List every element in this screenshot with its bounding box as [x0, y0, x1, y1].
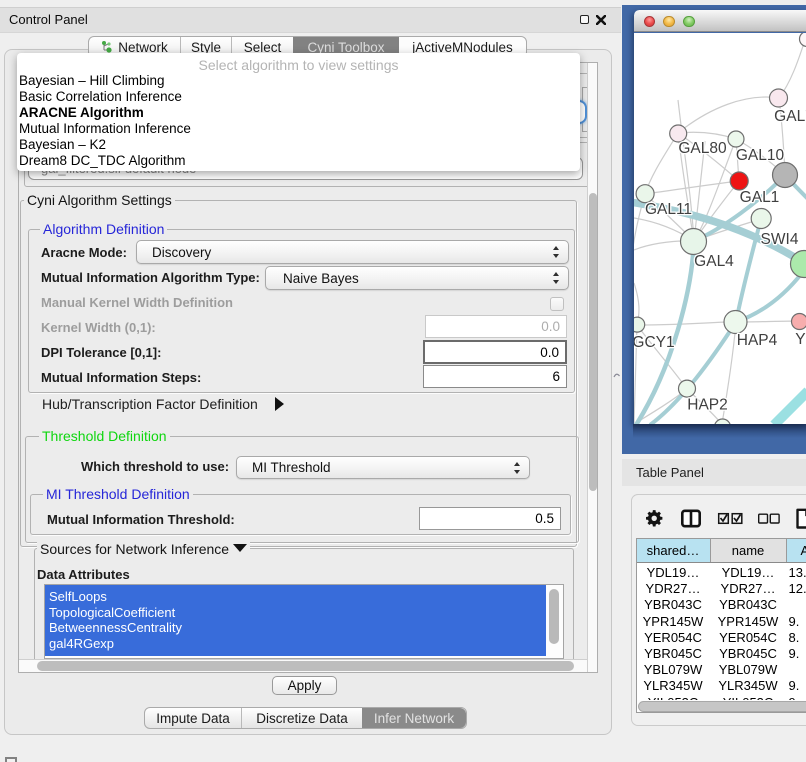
svg-text:YD: YD [795, 331, 806, 348]
svg-text:HAP4: HAP4 [736, 332, 777, 349]
svg-text:GAL10: GAL10 [735, 147, 784, 164]
svg-text:GAL1: GAL1 [739, 189, 779, 206]
svg-text:GCY1: GCY1 [634, 334, 675, 351]
svg-text:GAL11: GAL11 [644, 201, 691, 218]
svg-text:GAL4: GAL4 [694, 253, 734, 270]
svg-text:HAP2: HAP2 [687, 396, 728, 413]
svg-text:GAL80: GAL80 [678, 140, 727, 157]
svg-text:GAL7: GAL7 [774, 108, 806, 125]
svg-text:SWI4: SWI4 [760, 231, 798, 248]
